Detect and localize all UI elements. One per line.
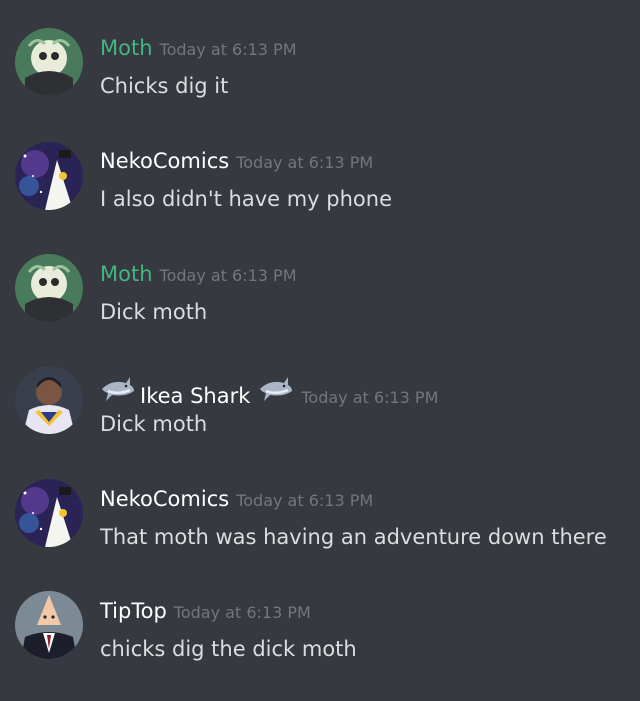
message-header: TipTop Today at 6:13 PM [100, 597, 311, 625]
message: Moth Today at 6:13 PM Dick moth [0, 252, 640, 364]
chat-log: Moth Today at 6:13 PM Chicks dig it Neko… [0, 0, 640, 692]
timestamp: Today at 6:13 PM [159, 266, 297, 285]
message-header: Ikea Shark Today at 6:13 PM [100, 373, 438, 410]
moth-avatar[interactable] [15, 28, 83, 96]
message-text: chicks dig the dick moth [100, 637, 357, 661]
message-header: NekoComics Today at 6:13 PM [100, 147, 373, 175]
timestamp: Today at 6:13 PM [236, 491, 374, 510]
author-name[interactable]: NekoComics [100, 147, 229, 175]
moth-avatar[interactable] [15, 254, 83, 322]
nekocomics-avatar[interactable] [15, 142, 83, 210]
author-name[interactable]: Ikea Shark [140, 382, 250, 410]
message-header: Moth Today at 6:13 PM [100, 260, 297, 288]
tiptop-avatar[interactable] [15, 591, 83, 659]
message-text: I also didn't have my phone [100, 187, 393, 211]
nekocomics-avatar[interactable] [15, 479, 83, 547]
author-name[interactable]: Moth [100, 34, 153, 62]
message-text: Dick moth [100, 412, 208, 436]
message-header: NekoComics Today at 6:13 PM [100, 485, 373, 513]
timestamp: Today at 6:13 PM [301, 388, 439, 407]
message-text: That moth was having an adventure down t… [100, 525, 607, 549]
message: TipTop Today at 6:13 PM chicks dig the d… [0, 589, 640, 701]
author-name[interactable]: NekoComics [100, 485, 229, 513]
ikea-shark-avatar[interactable] [15, 366, 83, 434]
message-header: Moth Today at 6:13 PM [100, 34, 297, 62]
message: Ikea Shark Today at 6:13 PM Dick moth [0, 364, 640, 476]
author-name[interactable]: TipTop [100, 597, 167, 625]
message-text: Dick moth [100, 300, 208, 324]
timestamp: Today at 6:13 PM [236, 153, 374, 172]
author-name[interactable]: Moth [100, 260, 153, 288]
timestamp: Today at 6:13 PM [159, 40, 297, 59]
message: Moth Today at 6:13 PM Chicks dig it [0, 26, 640, 138]
timestamp: Today at 6:13 PM [173, 603, 311, 622]
message: NekoComics Today at 6:13 PM I also didn'… [0, 139, 640, 251]
message-text: Chicks dig it [100, 74, 229, 98]
shark-icon [258, 373, 294, 403]
message: NekoComics Today at 6:13 PM That moth wa… [0, 477, 640, 589]
shark-icon [100, 373, 136, 403]
